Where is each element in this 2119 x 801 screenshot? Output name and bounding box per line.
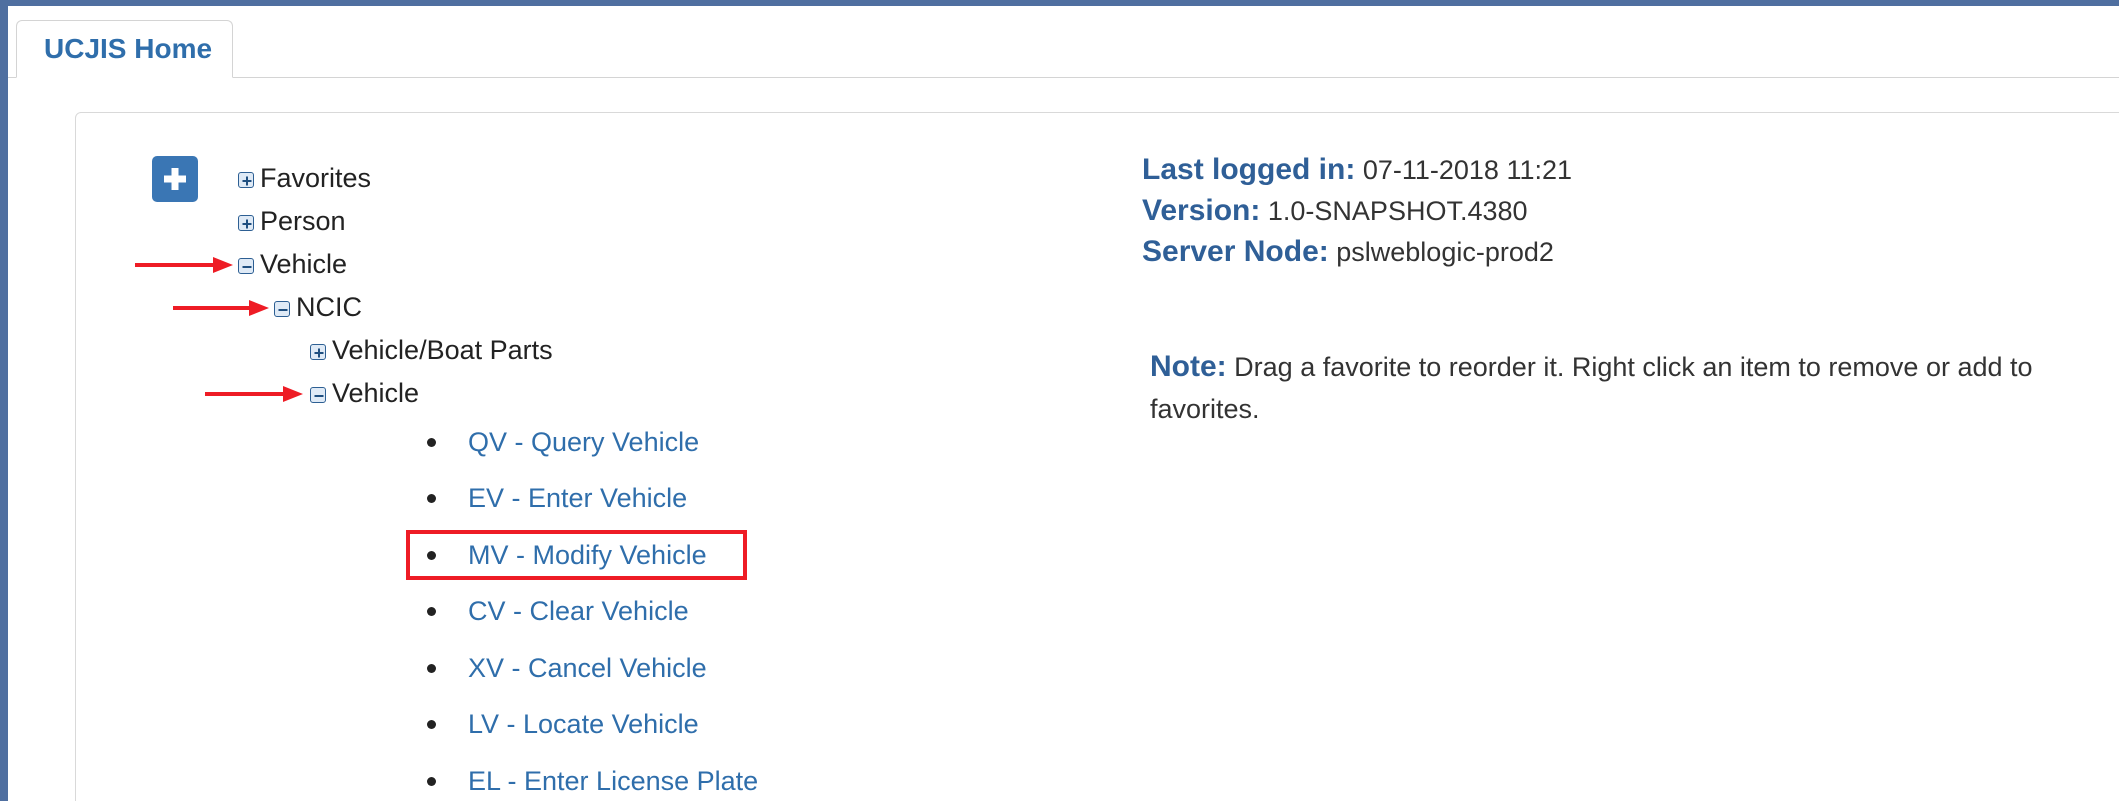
bullet [427,493,436,503]
tree-item-label: Vehicle [260,248,348,279]
note-text: Drag a favorite to reorder it. Right cli… [1150,352,2033,424]
plus-icon [164,168,186,190]
last-logged-value: 07-11-2018 11:21 [1362,155,1573,185]
red-arrow-icon [173,300,269,316]
server-node-info: Server Node: pslweblogic-prod2 [1142,235,1554,269]
version-label: Version: [1142,194,1261,227]
last-logged-in: Last logged in: 07-11-2018 11:21 [1142,153,1572,187]
collapse-minus-icon[interactable] [274,300,290,317]
bullet [427,776,436,786]
command-item-lv[interactable]: LV - Locate Vehicle [427,704,699,744]
red-arrow-icon [135,257,233,273]
tree-item-person[interactable]: Person [238,201,346,241]
tree-item-vehicle-boat-parts[interactable]: Vehicle/Boat Parts [310,330,553,370]
command-item-cv[interactable]: CV - Clear Vehicle [427,591,689,631]
collapse-minus-icon[interactable] [238,257,254,274]
command-link[interactable]: EV - Enter Vehicle [468,483,687,514]
red-arrow-icon [205,386,303,402]
tree-item-label: Vehicle [332,377,420,408]
tree-item-label: Person [260,205,346,236]
version-value: 1.0-SNAPSHOT.4380 [1267,196,1528,226]
tree-item-label: Favorites [260,162,372,193]
bullet [427,437,436,447]
highlight-box [406,530,747,580]
last-logged-label: Last logged in: [1142,153,1356,186]
command-item-qv[interactable]: QV - Query Vehicle [427,422,699,462]
bullet [427,663,436,673]
bullet [427,719,436,729]
ucjis-screen: UCJIS Home Favorites Person Vehicle NCIC [8,6,2119,801]
tree-item-ncic[interactable]: NCIC [274,287,362,327]
tab-strip: UCJIS Home [8,6,2119,78]
version-info: Version: 1.0-SNAPSHOT.4380 [1142,194,1528,228]
bullet [427,606,436,616]
command-item-ev[interactable]: EV - Enter Vehicle [427,478,687,518]
favorites-note: Note: Drag a favorite to reorder it. Rig… [1150,346,2119,430]
tree-item-vehicle[interactable]: Vehicle [238,244,347,284]
tree-item-label: NCIC [296,291,362,322]
home-panel [75,112,2119,801]
server-node-label: Server Node: [1142,235,1329,268]
expand-plus-icon[interactable] [238,214,254,231]
note-label: Note: [1150,350,1227,383]
server-node-value: pslweblogic-prod2 [1336,237,1554,267]
add-favorite-button[interactable] [152,156,198,202]
command-item-el[interactable]: EL - Enter License Plate [427,761,758,801]
tree-item-favorites[interactable]: Favorites [238,158,371,198]
command-link[interactable]: LV - Locate Vehicle [468,709,699,740]
tree-item-vehicle-sub[interactable]: Vehicle [310,373,419,413]
command-link[interactable]: QV - Query Vehicle [468,427,699,458]
expand-plus-icon[interactable] [238,171,254,188]
command-item-xv[interactable]: XV - Cancel Vehicle [427,648,707,688]
collapse-minus-icon[interactable] [310,386,326,403]
command-link[interactable]: XV - Cancel Vehicle [468,653,707,684]
tree-item-label: Vehicle/Boat Parts [332,334,553,365]
command-link[interactable]: EL - Enter License Plate [468,766,758,797]
command-link[interactable]: CV - Clear Vehicle [468,596,689,627]
tab-ucjis-home[interactable]: UCJIS Home [16,20,233,78]
expand-plus-icon[interactable] [310,343,326,360]
